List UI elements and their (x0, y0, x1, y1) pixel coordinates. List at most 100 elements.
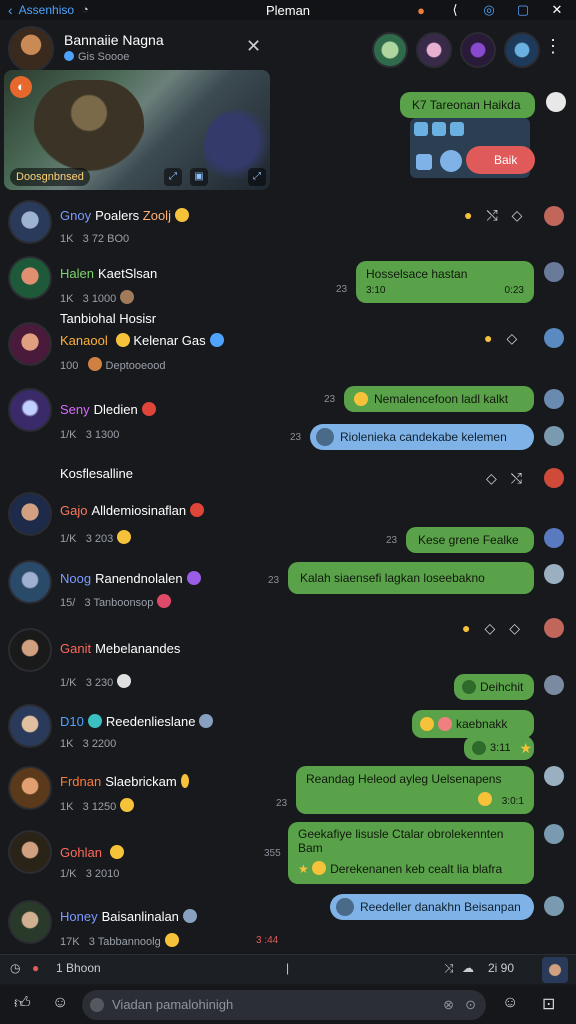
message-bubble[interactable]: Reedeller danakhn Beisanpan (330, 894, 534, 920)
reactor-avatar[interactable] (544, 564, 564, 584)
emoji-icon (190, 503, 205, 517)
reactor-avatar[interactable] (544, 206, 564, 226)
member-avatar[interactable] (416, 32, 452, 68)
share-icon[interactable]: ⟨ (446, 2, 464, 18)
user-extra: Zoolj (142, 208, 171, 223)
alert-icon[interactable]: ● (32, 961, 39, 975)
media-preview[interactable]: ◐ Doosgnbnsed ⤢ ▣ ⤢ (4, 70, 270, 190)
user-tag: Honey (60, 909, 98, 924)
message-bubble[interactable]: 3:11 ★ (464, 736, 534, 760)
message-bubble[interactable]: kaebnakk (412, 710, 534, 738)
username[interactable]: Seny Dledien (60, 402, 156, 417)
red-reaction-pill[interactable]: Baik (466, 146, 535, 174)
message-bubble[interactable]: Kalah siaensefi lagkan loseebakno (288, 562, 534, 594)
message-bubble[interactable]: Nemalencefoon ladl kalkt (344, 386, 534, 412)
username[interactable]: Gnoy Poalers Zoolj (60, 208, 189, 223)
reactor-avatar[interactable] (544, 468, 564, 488)
tag-icon[interactable]: ◇ (486, 470, 497, 487)
target-icon[interactable]: ◎ (480, 2, 498, 18)
thumbs-up-icon[interactable]: 👍︎ (14, 994, 31, 1013)
avatar[interactable] (8, 900, 52, 944)
member-avatar[interactable] (504, 32, 540, 68)
avatar[interactable] (8, 704, 52, 748)
message-bubble[interactable]: Hosselsace hastan 3:10 0:23 (356, 261, 534, 303)
cloud-icon[interactable]: ☁ (462, 961, 474, 975)
reactor-avatar[interactable] (544, 766, 564, 786)
link-icon[interactable]: ⤢ (164, 168, 182, 186)
username[interactable]: Gajo Alldemiosinaflan (60, 503, 205, 518)
close-icon[interactable]: ✕ (548, 2, 566, 18)
reaction-badge-icon[interactable] (432, 122, 446, 136)
username[interactable]: Gohlan (60, 845, 124, 860)
avatar[interactable] (8, 492, 52, 536)
avatar[interactable] (8, 322, 52, 366)
emoji-icon[interactable]: ● (462, 620, 470, 637)
tag-icon[interactable]: ◇ (506, 330, 517, 347)
message-bubble[interactable]: Reandag Heleod ayleg Uelsenapens 3:0:1 (296, 766, 534, 814)
more-options-icon[interactable]: ⋮ (544, 36, 562, 57)
reaction-badge-icon[interactable] (414, 122, 428, 136)
emoji-icon[interactable]: ● (484, 330, 492, 347)
avatar[interactable] (8, 628, 52, 672)
attach-icon[interactable]: ⊡ (542, 994, 555, 1014)
user-meta: 15/ 3 Tanboonsop (60, 594, 172, 609)
tag-icon[interactable]: ◇ (509, 620, 520, 637)
message-input[interactable]: Viadan pamalohinigh ⊗ ⊙ (82, 990, 486, 1020)
username[interactable]: Noog Ranendnolalen (60, 571, 201, 586)
username[interactable]: Halen KaetSlsan (60, 266, 157, 281)
sticker-icon[interactable]: ☺ (52, 994, 68, 1012)
self-avatar[interactable] (542, 957, 568, 983)
username[interactable]: Frdnan Slaebrickam (60, 774, 189, 789)
avatar[interactable] (8, 200, 52, 244)
shuffle-icon[interactable]: ⤭ (486, 207, 497, 224)
message-bubble[interactable]: Riolenieka candekabe kelemen (310, 424, 534, 450)
avatar[interactable] (8, 560, 52, 604)
reactor-avatar[interactable] (544, 426, 564, 446)
username[interactable]: Kanaool Kelenar Gas (60, 333, 224, 348)
clear-icon[interactable]: ⊗ (443, 990, 454, 1020)
username[interactable]: Ganit Mebelanandes (60, 641, 180, 656)
tag-icon[interactable]: ◇ (512, 207, 523, 224)
message-time-row: 3:10 0:23 (366, 285, 524, 296)
close-banner-icon[interactable]: ✕ (246, 36, 261, 57)
expand-icon[interactable]: ⤢ (248, 168, 266, 186)
media-button-icon[interactable]: ▣ (190, 168, 208, 186)
username[interactable]: Honey Baisanlinalan (60, 909, 197, 924)
message-bubble[interactable]: Geekafiye lisusle Ctalar obrolekennten B… (288, 822, 534, 884)
avatar[interactable] (8, 388, 52, 432)
reaction-badge-icon[interactable] (416, 154, 432, 170)
clock-icon[interactable]: ◷ (10, 961, 20, 975)
tools-icon[interactable]: ⤨ (444, 961, 454, 976)
member-avatar[interactable] (460, 32, 496, 68)
avatar[interactable] (8, 766, 52, 810)
note-icon[interactable]: ▢ (514, 2, 532, 18)
member-avatar[interactable] (372, 32, 408, 68)
reaction-badge-icon[interactable] (450, 122, 464, 136)
reactor-avatar[interactable] (544, 528, 564, 548)
tag-icon[interactable]: ◇ (484, 620, 495, 637)
mic-icon[interactable]: ⊙ (465, 990, 476, 1020)
meta-count: 1/K (60, 533, 77, 545)
shuffle-icon[interactable]: ⤭ (511, 470, 522, 487)
reactor-avatar[interactable] (544, 328, 564, 348)
reactor-avatar[interactable] (544, 618, 564, 638)
emoji-icon[interactable]: ● (464, 207, 472, 224)
reactor-avatar[interactable] (544, 675, 564, 695)
avatar[interactable] (8, 830, 52, 874)
emoji-picker-icon[interactable]: ☺ (502, 994, 518, 1012)
reply-icon[interactable] (546, 92, 566, 112)
group-avatar[interactable] (8, 26, 54, 72)
user-tag: Gajo (60, 503, 88, 518)
reaction-badge-icon[interactable] (440, 150, 462, 172)
message-bubble[interactable]: Deihchit (454, 674, 534, 700)
reactor-avatar[interactable] (544, 896, 564, 916)
face-icon[interactable]: ● (412, 3, 430, 18)
reactor-avatar[interactable] (544, 824, 564, 844)
username[interactable]: D10 Reedenlieslane (60, 714, 214, 729)
reactor-avatar[interactable] (544, 389, 564, 409)
group-name[interactable]: Bannaiie Nagna (64, 32, 164, 48)
message-bubble[interactable]: Kese grene Fealke (406, 527, 534, 553)
avatar[interactable] (8, 256, 52, 300)
reactor-avatar[interactable] (544, 262, 564, 282)
message-bubble[interactable]: K7 Tareonan Haikda (400, 92, 535, 118)
